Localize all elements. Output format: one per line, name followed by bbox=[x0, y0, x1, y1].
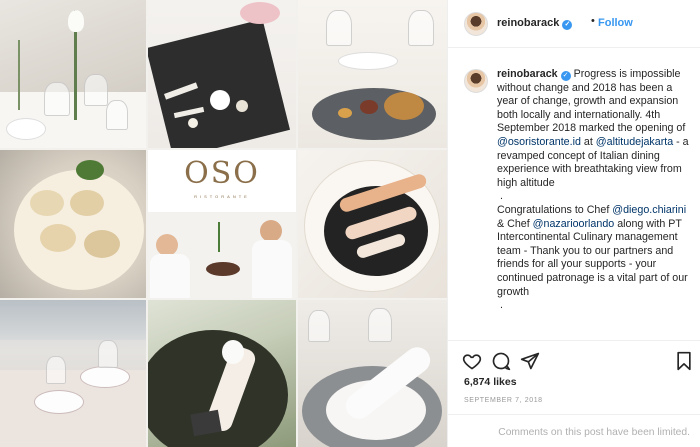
verified-badge-icon: ✓ bbox=[560, 71, 571, 81]
oso-logo: OSO bbox=[184, 156, 260, 191]
collage-tile-dessert bbox=[148, 300, 296, 447]
follow-button[interactable]: Follow bbox=[598, 17, 633, 29]
post-header: reinobarack ✓ • Follow bbox=[448, 0, 700, 48]
collage-tile-shell-dish bbox=[298, 150, 447, 298]
caption-dot: . bbox=[500, 190, 503, 203]
mention-link[interactable]: @nazarioorlando bbox=[533, 218, 615, 230]
chef-right bbox=[260, 220, 282, 242]
caption-body: Congratulations to Chef bbox=[497, 203, 613, 216]
comments-footer: Comments on this post have been limited. bbox=[448, 414, 700, 447]
post-actions bbox=[448, 340, 700, 380]
separator-dot: • bbox=[591, 15, 595, 27]
caption-body: & Chef bbox=[497, 217, 533, 230]
mention-link[interactable]: @diego.chiarini bbox=[612, 204, 686, 216]
collage-tile-logo: OSO RISTORANTE bbox=[148, 150, 296, 298]
share-icon[interactable] bbox=[520, 351, 540, 371]
bookmark-icon[interactable] bbox=[674, 351, 694, 371]
post-date[interactable]: SEPTEMBER 7, 2018 bbox=[464, 397, 543, 404]
caption-avatar[interactable] bbox=[464, 69, 488, 93]
username-text[interactable]: reinobarack bbox=[497, 17, 559, 29]
mention-link[interactable]: @altitudejakarta bbox=[596, 136, 673, 148]
collage-tile-napkin-setting bbox=[298, 300, 447, 447]
comments-limited-notice: Comments on this post have been limited. bbox=[498, 427, 690, 438]
post-details-panel: reinobarack ✓ • Follow reinobarack ✓ Progr… bbox=[447, 0, 700, 447]
avatar[interactable] bbox=[464, 12, 488, 36]
caption-body: at bbox=[580, 135, 596, 148]
post-author-username[interactable]: reinobarack ✓ bbox=[497, 17, 573, 30]
verified-badge-icon: ✓ bbox=[562, 20, 573, 30]
caption-username[interactable]: reinobarack bbox=[497, 68, 558, 80]
comment-icon[interactable] bbox=[491, 351, 511, 371]
oso-logo-subtext: RISTORANTE bbox=[194, 194, 250, 199]
mention-link[interactable]: @osoristorante.id bbox=[497, 136, 581, 148]
post-caption: reinobarack ✓ Progress is impossible with… bbox=[448, 48, 700, 338]
chef-left bbox=[156, 234, 178, 256]
collage-tile-ingredients bbox=[148, 0, 296, 148]
post-image[interactable]: OSO RISTORANTE bbox=[0, 0, 447, 447]
collage-tile-window-table bbox=[0, 300, 146, 447]
caption-text: reinobarack ✓ Progress is impossible with… bbox=[497, 68, 693, 313]
collage-tile-ravioli bbox=[0, 150, 146, 298]
heart-icon[interactable] bbox=[462, 351, 482, 371]
caption-dot: . bbox=[500, 299, 503, 312]
collage-tile-table-setting bbox=[0, 0, 146, 148]
like-count[interactable]: 6,874 likes bbox=[464, 376, 517, 388]
collage-tile-plated-dish bbox=[298, 0, 447, 148]
